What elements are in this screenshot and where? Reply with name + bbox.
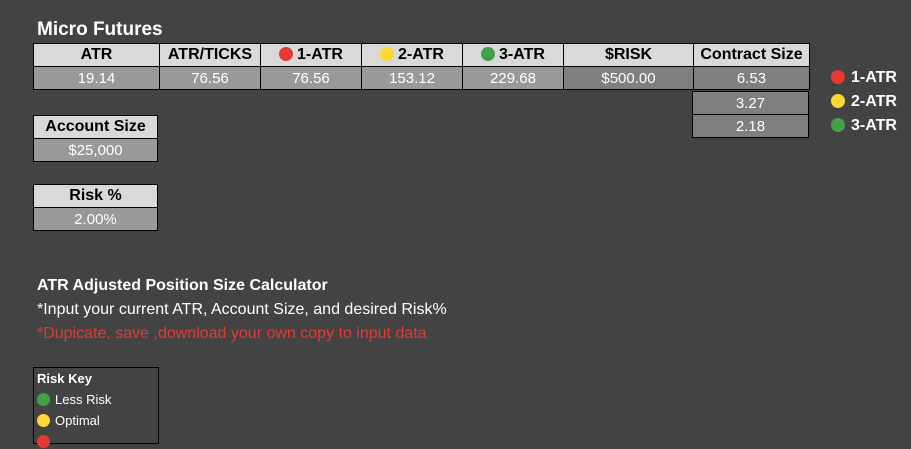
green-circle-icon [37, 393, 50, 406]
risk-key-item-less-risk: Less Risk [37, 392, 111, 407]
header-1-atr[interactable]: 1-ATR [260, 43, 362, 67]
side-label-2-atr: 2-ATR [831, 93, 897, 111]
green-circle-icon [481, 47, 496, 61]
red-circle-icon [831, 70, 845, 84]
red-circle-icon [279, 47, 294, 61]
side-label-3-atr: 3-ATR [831, 117, 897, 135]
calculator-warning: *Dupicate, save ,download your own copy … [37, 325, 427, 342]
header-contract-size[interactable]: Contract Size [693, 43, 810, 67]
sheet-title: Micro Futures [37, 19, 163, 40]
risk-key-box: Risk Key Less Risk Optimal [33, 367, 159, 448]
main-table: ATR ATR/TICKS 1-ATR 2-ATR 3-ATR $RISK Co… [33, 43, 810, 90]
account-size-value[interactable]: $25,000 [33, 138, 158, 162]
cell-3-atr[interactable]: 229.68 [462, 66, 564, 90]
cell-atr-ticks[interactable]: 76.56 [159, 66, 261, 90]
risk-percent-value[interactable]: 2.00% [33, 207, 158, 231]
cell-2-atr[interactable]: 153.12 [361, 66, 463, 90]
account-size-table: Account Size $25,000 [33, 115, 158, 162]
cell-atr[interactable]: 19.14 [33, 66, 160, 90]
yellow-circle-icon [380, 47, 395, 61]
cell-1-atr[interactable]: 76.56 [260, 66, 362, 90]
risk-percent-table: Risk % 2.00% [33, 184, 158, 231]
cell-contract-size-1[interactable]: 6.53 [693, 66, 810, 90]
risk-key-item-cutoff [37, 434, 55, 449]
cell-contract-size-3[interactable]: 2.18 [692, 114, 809, 138]
header-risk-dollars[interactable]: $RISK [563, 43, 694, 67]
risk-key-title: Risk Key [37, 371, 92, 386]
green-circle-icon [831, 118, 845, 132]
risk-key-item-optimal: Optimal [37, 413, 100, 428]
contract-size-extra-table: 3.27 2.18 [692, 91, 809, 138]
header-2-atr[interactable]: 2-ATR [361, 43, 463, 67]
account-size-header[interactable]: Account Size [33, 115, 158, 139]
yellow-circle-icon [831, 94, 845, 108]
risk-percent-header[interactable]: Risk % [33, 184, 158, 208]
header-3-atr[interactable]: 3-ATR [462, 43, 564, 67]
cell-contract-size-2[interactable]: 3.27 [692, 91, 809, 115]
header-atr-ticks[interactable]: ATR/TICKS [159, 43, 261, 67]
header-atr[interactable]: ATR [33, 43, 160, 67]
yellow-circle-icon [37, 414, 50, 427]
cell-risk-dollars[interactable]: $500.00 [563, 66, 694, 90]
calculator-note: *Input your current ATR, Account Size, a… [37, 301, 447, 318]
side-label-1-atr: 1-ATR [831, 69, 897, 87]
calculator-title: ATR Adjusted Position Size Calculator [37, 277, 328, 294]
